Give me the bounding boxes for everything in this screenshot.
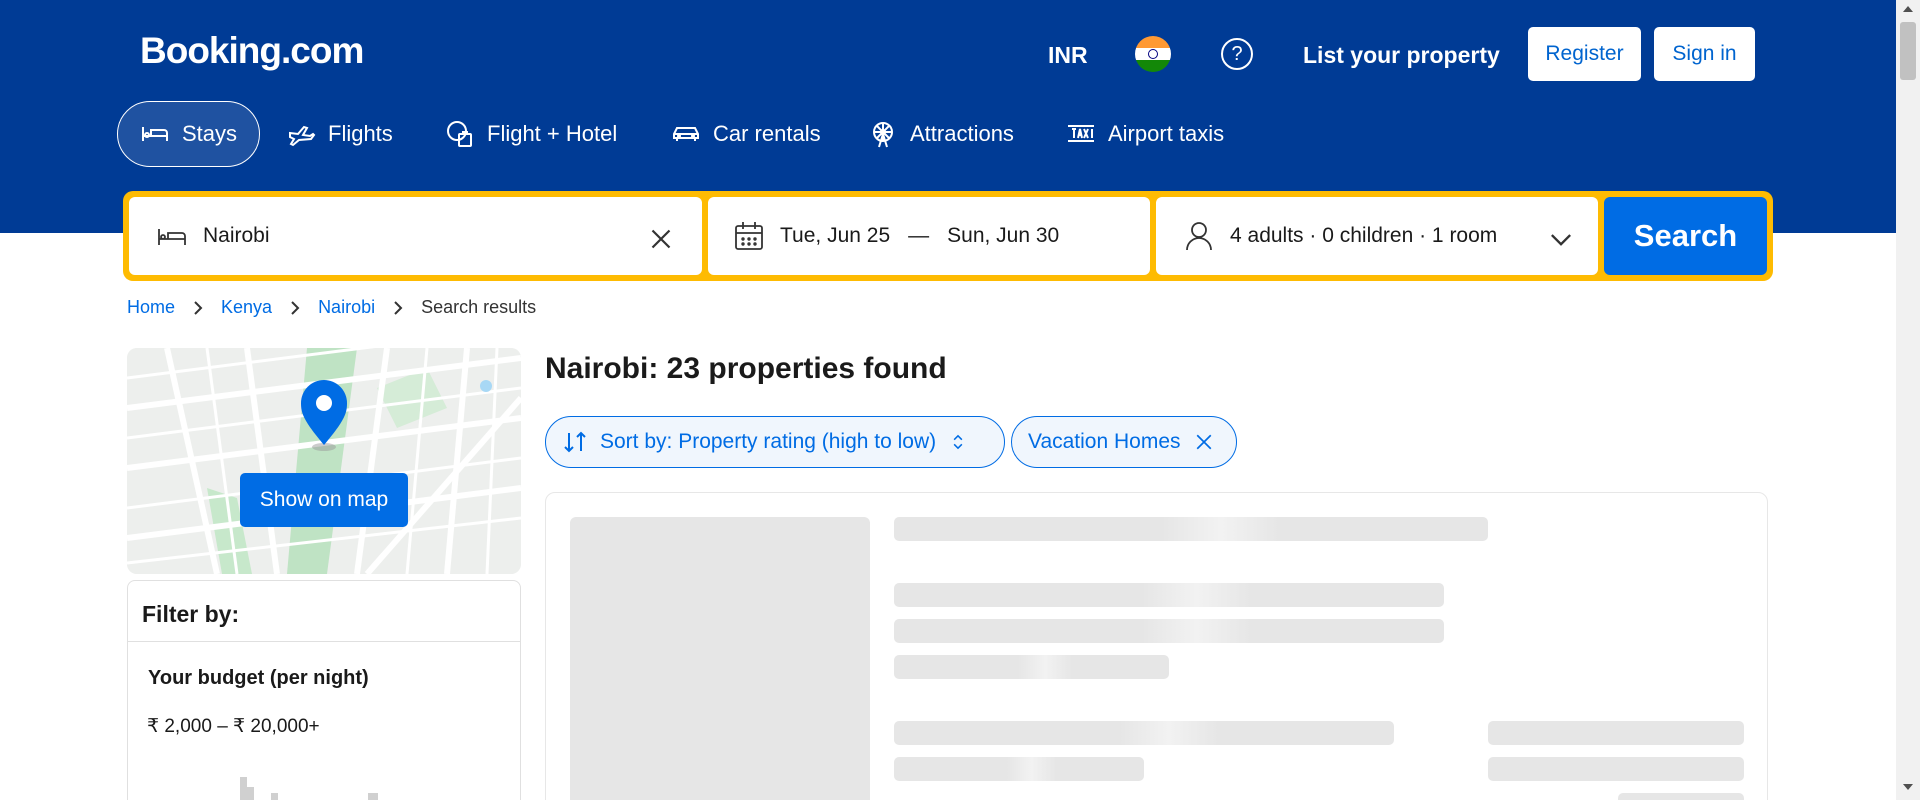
results-title: Nairobi: 23 properties found bbox=[545, 352, 947, 385]
list-property-link[interactable]: List your property bbox=[1303, 42, 1500, 69]
search-button[interactable]: Search bbox=[1604, 197, 1767, 275]
tab-attractions[interactable]: Attractions bbox=[868, 101, 1014, 167]
destination-field[interactable]: Nairobi bbox=[129, 197, 702, 275]
checkout-date[interactable]: Sun, Jun 30 bbox=[947, 224, 1059, 248]
sign-in-button[interactable]: Sign in bbox=[1654, 27, 1755, 81]
price-placeholder bbox=[1488, 757, 1744, 781]
destination-value[interactable]: Nairobi bbox=[203, 224, 270, 248]
budget-histogram bbox=[128, 741, 520, 800]
calendar-icon bbox=[735, 222, 763, 250]
plane-icon bbox=[289, 125, 316, 147]
text-placeholder bbox=[894, 583, 1444, 607]
ferris-wheel-icon bbox=[873, 122, 893, 148]
page: Booking.com INR ? List your property Reg… bbox=[0, 0, 1920, 800]
tab-car-rentals[interactable]: Car rentals bbox=[671, 101, 821, 167]
filter-panel: Filter by: Your budget (per night) ₹ 2,0… bbox=[127, 580, 521, 800]
budget-title: Your budget (per night) bbox=[148, 667, 369, 689]
taxi-icon bbox=[1068, 125, 1094, 142]
tab-label: Airport taxis bbox=[1108, 121, 1225, 146]
text-placeholder bbox=[894, 721, 1394, 745]
histogram-bar bbox=[368, 793, 378, 800]
person-icon bbox=[1186, 222, 1212, 251]
chevron-right-icon bbox=[394, 300, 403, 315]
text-placeholder bbox=[894, 619, 1444, 643]
sort-arrows-icon bbox=[564, 431, 586, 453]
chevron-down-icon[interactable] bbox=[1544, 222, 1578, 256]
register-button[interactable]: Register bbox=[1528, 27, 1641, 81]
active-filter-chip[interactable]: Vacation Homes bbox=[1011, 416, 1237, 468]
occupancy-value[interactable]: 4 adults · 0 children · 1 room bbox=[1230, 224, 1497, 248]
help-icon[interactable]: ? bbox=[1221, 38, 1253, 70]
sort-dropdown[interactable]: Sort by: Property rating (high to low) bbox=[545, 416, 1005, 468]
sort-label: Sort by: Property rating (high to low) bbox=[600, 430, 937, 453]
page-scrollbar[interactable] bbox=[1896, 0, 1920, 800]
checkin-date[interactable]: Tue, Jun 25 bbox=[780, 224, 890, 248]
tab-flight-hotel[interactable]: Flight + Hotel bbox=[445, 101, 617, 167]
flight-hotel-icon bbox=[447, 121, 472, 147]
breadcrumb-nairobi[interactable]: Nairobi bbox=[318, 297, 375, 318]
currency-selector[interactable]: INR bbox=[1048, 42, 1088, 69]
tab-stays[interactable]: Stays bbox=[117, 101, 261, 167]
button-placeholder bbox=[1618, 793, 1744, 800]
budget-range: ₹ 2,000 – ₹ 20,000+ bbox=[147, 716, 320, 737]
text-placeholder bbox=[894, 517, 1488, 541]
histogram-bar bbox=[240, 777, 247, 800]
histogram-bar bbox=[271, 793, 278, 800]
car-icon bbox=[673, 127, 699, 141]
scroll-thumb[interactable] bbox=[1900, 22, 1916, 80]
search-bar: Nairobi Tue, Jun 25 — Sun, Jun 30 4 adul… bbox=[123, 191, 1773, 281]
filter-title: Filter by: bbox=[142, 601, 240, 627]
map-background bbox=[127, 348, 521, 574]
image-placeholder bbox=[570, 517, 870, 800]
chevron-right-icon bbox=[194, 300, 203, 315]
active-filter-label: Vacation Homes bbox=[1028, 430, 1181, 453]
date-separator: — bbox=[908, 224, 930, 247]
chevron-updown-icon bbox=[953, 434, 963, 450]
clear-icon[interactable] bbox=[644, 222, 678, 256]
breadcrumb-kenya[interactable]: Kenya bbox=[221, 297, 272, 318]
map-preview[interactable]: Show on map bbox=[127, 348, 521, 574]
tab-label: Flights bbox=[328, 121, 393, 146]
scroll-up-icon[interactable] bbox=[1903, 6, 1913, 12]
tab-label: Car rentals bbox=[713, 121, 821, 146]
price-placeholder bbox=[1488, 721, 1744, 745]
tab-airport-taxis[interactable]: Airport taxis bbox=[1066, 101, 1224, 167]
tab-label: Attractions bbox=[910, 121, 1014, 146]
occupancy-field[interactable]: 4 adults · 0 children · 1 room bbox=[1156, 197, 1598, 275]
breadcrumb-current: Search results bbox=[421, 297, 537, 317]
histogram-bar bbox=[247, 787, 254, 800]
text-placeholder bbox=[894, 655, 1169, 679]
remove-filter-icon[interactable] bbox=[1193, 431, 1215, 453]
breadcrumb: Home Kenya Nairobi Search results bbox=[127, 297, 536, 318]
result-card-skeleton bbox=[545, 492, 1768, 800]
date-field[interactable]: Tue, Jun 25 — Sun, Jun 30 bbox=[708, 197, 1150, 275]
show-on-map-button[interactable]: Show on map bbox=[240, 473, 408, 527]
scroll-down-icon[interactable] bbox=[1903, 784, 1913, 790]
tab-label: Flight + Hotel bbox=[487, 121, 618, 146]
text-placeholder bbox=[894, 757, 1144, 781]
booking-logo[interactable]: Booking.com bbox=[140, 30, 364, 72]
chevron-right-icon bbox=[291, 300, 300, 315]
tab-label: Stays bbox=[182, 121, 238, 146]
bed-icon bbox=[158, 229, 186, 245]
tab-flights[interactable]: Flights bbox=[286, 101, 393, 167]
india-flag-icon[interactable] bbox=[1135, 36, 1171, 72]
bed-icon bbox=[142, 127, 168, 141]
divider bbox=[128, 641, 520, 642]
breadcrumb-home[interactable]: Home bbox=[127, 297, 175, 318]
